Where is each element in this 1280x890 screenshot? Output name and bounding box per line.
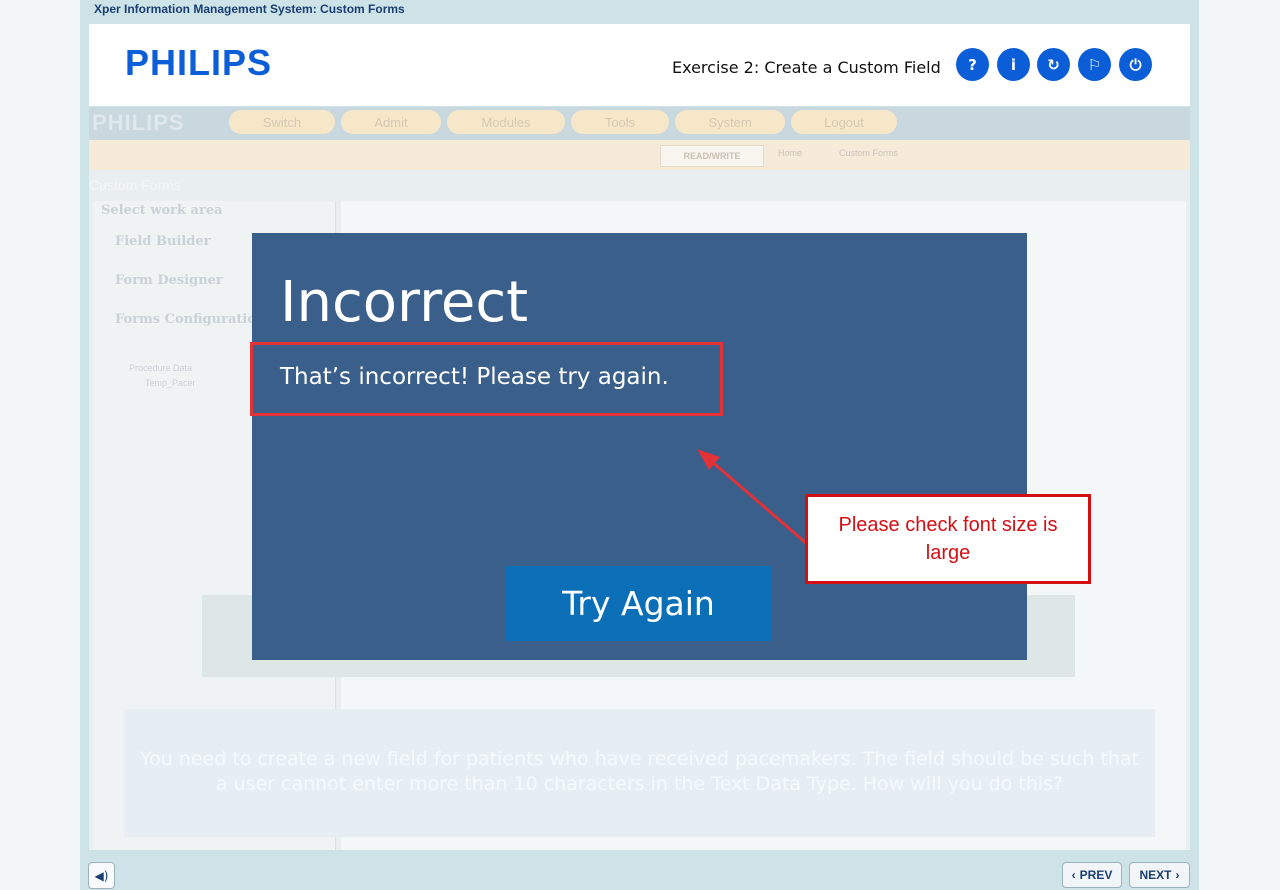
dialog-title: Incorrect	[280, 270, 529, 335]
exercise-title: Exercise 2: Create a Custom Field	[672, 58, 941, 77]
bg-toolbar-strip	[89, 140, 1190, 170]
bg-menu-modules: Modules	[447, 110, 565, 134]
bg-menu-logout: Logout	[791, 110, 897, 134]
bg-menu-tools: Tools	[571, 110, 669, 134]
chevron-left-icon: ‹	[1071, 868, 1076, 882]
exit-icon[interactable]: ⏻	[1119, 48, 1152, 81]
help-icon[interactable]: ?	[956, 48, 989, 81]
annotation-callout: Please check font size is large	[805, 494, 1091, 584]
bg-breadcrumb-custom-forms: Custom Forms	[839, 148, 899, 158]
window-title: Xper Information Management System: Cust…	[94, 2, 405, 16]
prev-label: PREV	[1079, 868, 1113, 882]
try-again-button[interactable]: Try Again	[505, 566, 772, 641]
next-label: NEXT	[1139, 868, 1172, 882]
feedback-dialog: Incorrect That’s incorrect! Please try a…	[252, 233, 1027, 660]
bg-work-area-forms-configuration: Forms Configuration	[115, 312, 266, 327]
bg-question-text: You need to create a new field for patie…	[140, 748, 1139, 795]
philips-logo: PHILIPS	[125, 42, 273, 83]
bg-work-area-title: Select work area	[101, 203, 223, 218]
bg-tree-procedure-data: Procedure Data	[129, 363, 193, 373]
prev-button[interactable]: ‹ PREV	[1062, 862, 1122, 888]
bg-menu-admit: Admit	[341, 110, 441, 134]
speaker-icon: ◀)	[94, 868, 109, 883]
audio-mute-button[interactable]: ◀)	[88, 862, 115, 889]
bg-work-area-field-builder: Field Builder	[115, 234, 211, 249]
bg-logo: PHILIPS	[92, 110, 185, 135]
bg-work-area-form-designer: Form Designer	[115, 273, 223, 288]
bg-tree-temp-pacer: Temp_Pacer	[145, 378, 196, 388]
glossary-icon[interactable]: ⚐	[1078, 48, 1111, 81]
reset-icon[interactable]: ↻	[1037, 48, 1070, 81]
bg-mode-badge: READ/WRITE	[660, 145, 764, 167]
bg-menu-system: System	[675, 110, 785, 134]
bg-section-title: Custom Forms	[89, 177, 181, 193]
next-button[interactable]: NEXT ›	[1129, 862, 1190, 888]
chevron-right-icon: ›	[1175, 868, 1180, 882]
bg-menu-switch: Switch	[229, 110, 335, 134]
annotation-highlight-box	[250, 342, 723, 416]
info-icon[interactable]: i	[997, 48, 1030, 81]
bg-breadcrumb-home: Home	[778, 148, 803, 158]
